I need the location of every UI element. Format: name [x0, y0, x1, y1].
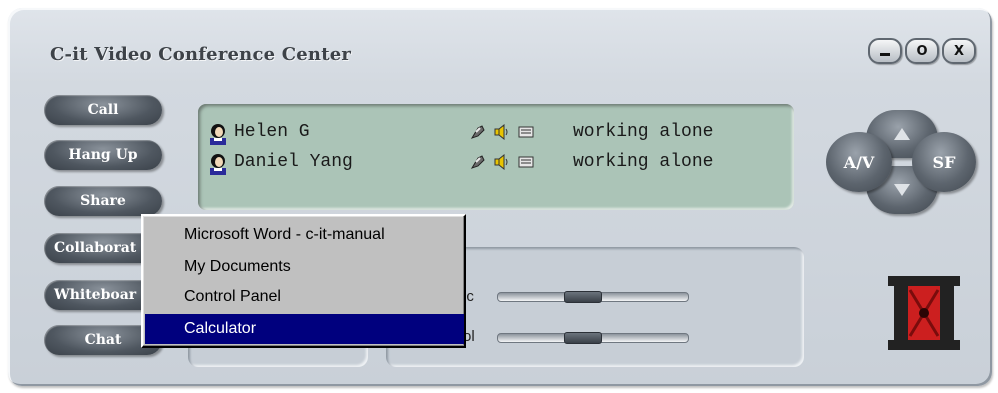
webcam-icon [470, 155, 485, 169]
down-arrow-icon [894, 184, 910, 196]
participant-row[interactable]: Daniel Yang working alone [208, 152, 788, 175]
mic-slider-thumb[interactable] [564, 291, 602, 303]
volume-slider-thumb[interactable] [564, 332, 602, 344]
share-context-menu: Microsoft Word - c-it-manual My Document… [141, 214, 466, 348]
minimize-button[interactable] [868, 38, 902, 64]
c-it-logo [888, 276, 960, 350]
window-title: C-it Video Conference Center [50, 44, 352, 65]
up-arrow-icon [894, 128, 910, 140]
speaker-icon [494, 124, 508, 140]
close-button[interactable]: X [942, 38, 976, 64]
participant-name: Daniel Yang [234, 152, 353, 172]
participant-name: Helen G [234, 122, 310, 142]
user-avatar-icon [210, 124, 226, 145]
menu-item-microsoft-word[interactable]: Microsoft Word - c-it-manual [145, 220, 464, 250]
message-icon [518, 156, 534, 168]
navigation-pad: A/V SF [826, 110, 976, 214]
share-button[interactable]: Share [44, 186, 162, 216]
av-button[interactable]: A/V [826, 132, 892, 192]
maximize-button[interactable]: O [905, 38, 939, 64]
user-avatar-icon [210, 154, 226, 175]
participant-status: working alone [573, 152, 714, 172]
participant-list: Helen G working alone Daniel Yang workin… [198, 104, 794, 210]
window-controls: O X [868, 38, 976, 66]
hang-up-button[interactable]: Hang Up [44, 140, 162, 170]
sf-button[interactable]: SF [912, 132, 976, 192]
menu-item-my-documents[interactable]: My Documents [145, 252, 464, 282]
speaker-icon [494, 154, 508, 170]
minimize-icon [880, 52, 890, 56]
participant-status: working alone [573, 122, 714, 142]
message-icon [518, 126, 534, 138]
participant-row[interactable]: Helen G working alone [208, 122, 788, 145]
menu-item-calculator[interactable]: Calculator [145, 314, 464, 344]
menu-item-control-panel[interactable]: Control Panel [145, 282, 464, 312]
webcam-icon [470, 125, 485, 139]
call-button[interactable]: Call [44, 95, 162, 125]
